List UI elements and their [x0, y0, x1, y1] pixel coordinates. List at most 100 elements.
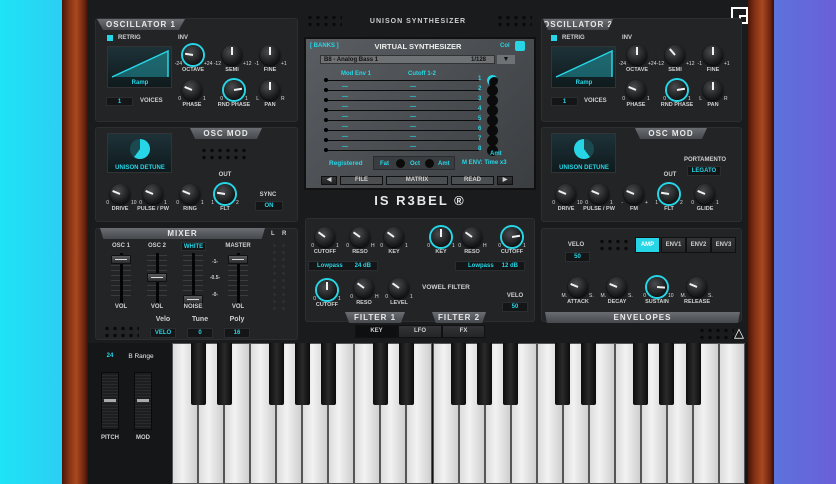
black-key[interactable] — [659, 343, 675, 405]
knob-body[interactable] — [627, 45, 647, 65]
matrix-source[interactable]: — — [342, 114, 348, 120]
knob-body[interactable] — [703, 80, 723, 100]
matrix-source[interactable]: — — [342, 124, 348, 130]
waveform-display[interactable]: Ramp — [107, 46, 172, 88]
matrix-source[interactable]: — — [342, 134, 348, 140]
knob-body[interactable] — [143, 184, 163, 204]
filter2-type-selector[interactable]: Lowpass 12 dB — [455, 261, 525, 271]
black-key[interactable] — [372, 343, 388, 405]
env-velo-field[interactable]: 50 — [565, 252, 590, 262]
matrix-source[interactable]: — — [342, 94, 348, 100]
black-key[interactable] — [451, 343, 467, 405]
sync-toggle[interactable]: ON — [255, 201, 283, 211]
matrix-destination[interactable]: — — [410, 94, 416, 100]
osc2-slider-handle[interactable] — [147, 273, 167, 282]
black-key[interactable] — [555, 343, 571, 405]
matrix-row-dot[interactable] — [324, 88, 328, 92]
matrix-destination[interactable]: — — [410, 104, 416, 110]
knob-body[interactable] — [665, 45, 685, 65]
black-key[interactable] — [685, 343, 701, 405]
knob-body[interactable] — [224, 80, 244, 100]
matrix-row-dot[interactable] — [324, 78, 328, 82]
unison-detune-display[interactable]: UNISON DETUNE — [551, 133, 616, 173]
read-button[interactable]: READ — [451, 176, 494, 185]
knob-body[interactable] — [110, 184, 130, 204]
matrix-destination[interactable]: — — [410, 134, 416, 140]
preset-dropdown-arrow-icon[interactable]: ▼ — [497, 55, 515, 64]
retrig-checkbox[interactable] — [551, 35, 557, 41]
velo-mode-field[interactable]: VELO — [150, 328, 176, 338]
matrix-destination[interactable]: — — [410, 144, 416, 150]
knob-body[interactable] — [431, 227, 451, 247]
matrix-source[interactable]: — — [342, 104, 348, 110]
knob-body[interactable] — [667, 80, 687, 100]
legato-selector[interactable]: LEGATO — [687, 166, 721, 176]
voices-field[interactable]: 1 — [106, 97, 133, 106]
knob-body[interactable] — [183, 45, 203, 65]
banks-button[interactable]: [ BANKS ] — [310, 43, 339, 49]
knob-body[interactable] — [317, 280, 337, 300]
knob-body[interactable] — [687, 277, 707, 297]
knob-body[interactable] — [703, 45, 723, 65]
matrix-destination[interactable]: — — [410, 124, 416, 130]
knob-body[interactable] — [659, 184, 679, 204]
matrix-source[interactable]: — — [342, 144, 348, 150]
oct-knob[interactable] — [425, 159, 434, 168]
black-key[interactable] — [268, 343, 284, 405]
knob-body[interactable] — [389, 278, 409, 298]
knob-body[interactable] — [695, 184, 715, 204]
env-tab-env1[interactable]: ENV1 — [661, 237, 686, 253]
knob-body[interactable] — [556, 184, 576, 204]
knob-body[interactable] — [502, 227, 522, 247]
black-key[interactable] — [477, 343, 493, 405]
filter1-type-selector[interactable]: Lowpass 24 dB — [308, 261, 378, 271]
black-key[interactable] — [216, 343, 232, 405]
filter2-tab[interactable]: FILTER 2 — [432, 312, 486, 323]
mod-wheel[interactable] — [134, 372, 152, 430]
bend-range-value[interactable]: 24 — [107, 353, 114, 359]
knob-body[interactable] — [180, 184, 200, 204]
poly-field[interactable]: 16 — [224, 328, 250, 338]
matrix-destination[interactable]: — — [410, 84, 416, 90]
black-key[interactable] — [581, 343, 597, 405]
retrig-checkbox[interactable] — [107, 35, 113, 41]
black-key[interactable] — [190, 343, 206, 405]
master-slider-handle[interactable] — [228, 255, 248, 264]
env-tab-env2[interactable]: ENV2 — [686, 237, 711, 253]
matrix-row-dot[interactable] — [324, 128, 328, 132]
inv-label[interactable]: INV — [622, 35, 632, 41]
knob-body[interactable] — [626, 80, 646, 100]
matrix-row-dot[interactable] — [324, 108, 328, 112]
white-key[interactable] — [719, 343, 746, 484]
matrix-source[interactable]: Mod Env 1 — [341, 71, 371, 77]
filter-velo-field[interactable]: 50 — [502, 302, 528, 312]
matrix-row-dot[interactable] — [324, 148, 328, 152]
color-swatch-button[interactable] — [515, 41, 525, 51]
tune-field[interactable]: 0 — [187, 328, 213, 338]
black-key[interactable] — [633, 343, 649, 405]
matrix-destination[interactable]: — — [410, 114, 416, 120]
env-tab-amp[interactable]: AMP — [635, 237, 660, 253]
filter1-tab[interactable]: FILTER 1 — [345, 312, 405, 323]
knob-body[interactable] — [215, 184, 235, 204]
matrix-destination[interactable]: Cutoff 1-2 — [408, 71, 436, 77]
knob-body[interactable] — [624, 184, 644, 204]
prev-button[interactable]: ◀ — [321, 176, 337, 185]
env-tab-env3[interactable]: ENV3 — [711, 237, 736, 253]
knob-body[interactable] — [384, 227, 404, 247]
preset-selector[interactable]: B8 - Analog Bass 1 1/128 — [320, 55, 495, 64]
knob-body[interactable] — [315, 227, 335, 247]
knob-body[interactable] — [647, 277, 667, 297]
lfo-tab[interactable]: LFO — [398, 325, 442, 338]
knob-body[interactable] — [260, 45, 280, 65]
matrix-row-dot[interactable] — [324, 138, 328, 142]
black-key[interactable] — [503, 343, 519, 405]
black-key[interactable] — [294, 343, 310, 405]
knob-body[interactable] — [260, 80, 280, 100]
file-button[interactable]: FILE — [340, 176, 383, 185]
osc1-slider-handle[interactable] — [111, 255, 131, 264]
knob-body[interactable] — [568, 277, 588, 297]
matrix-source[interactable]: — — [342, 84, 348, 90]
knob-body[interactable] — [607, 277, 627, 297]
inv-label[interactable]: INV — [178, 35, 188, 41]
